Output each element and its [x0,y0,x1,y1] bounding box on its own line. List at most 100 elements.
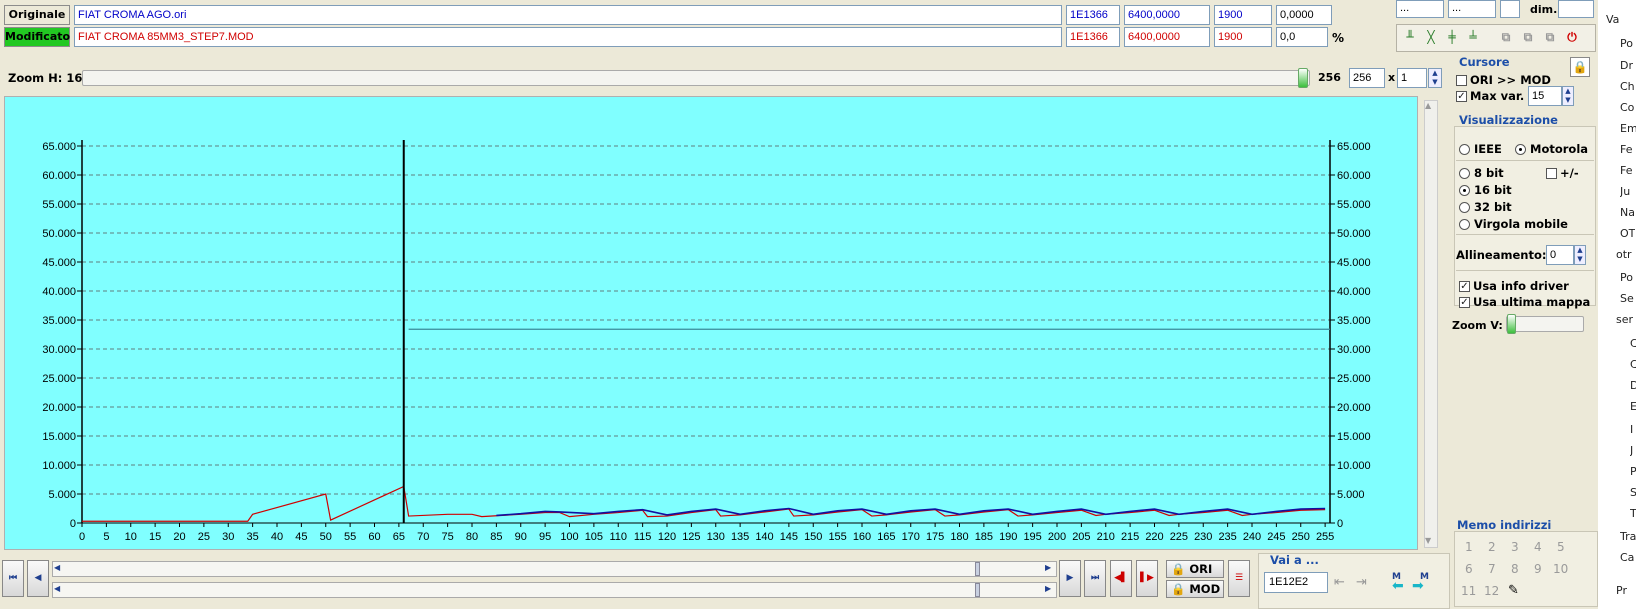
allineamento-spinner[interactable]: ▲ ▼ [1574,245,1586,265]
memo-slot-3[interactable]: 3 [1511,540,1519,554]
max-var-spinner[interactable]: ▲ ▼ [1562,86,1574,106]
tree-item[interactable]: Co [1620,101,1634,114]
x-tick-label: 125 [682,531,700,543]
memo-slot-10[interactable]: 10 [1553,562,1568,576]
nav-prev-diff-button[interactable]: ◀▌ [1110,560,1132,597]
memo-slot-11[interactable]: 11 [1461,584,1476,598]
scrollbar-ori[interactable] [52,561,1057,577]
y-tick-label: 65.000 [42,141,76,153]
ori-button[interactable]: 🔒 ORI [1166,560,1224,578]
nav-next-diff-button[interactable]: ▌▶ [1136,560,1158,597]
lock-icon[interactable]: 🔒 [1570,57,1590,77]
x-tick-label: 80 [466,531,478,543]
tree-item[interactable]: T [1630,507,1636,520]
mod-button[interactable]: 🔒 MOD [1166,580,1224,598]
vai-a-back-icon[interactable]: ⇥ [1356,575,1367,590]
zoomv-slider[interactable] [1506,316,1584,332]
tree-item[interactable]: S [1630,486,1636,499]
scrollbar-mod[interactable] [52,582,1057,598]
nav-prev-button[interactable]: ◀ [27,560,49,597]
memo-slot-2[interactable]: 2 [1488,540,1496,554]
plusminus-checkbox[interactable]: +/- [1546,166,1579,180]
tree-item[interactable]: Ju [1620,185,1630,198]
tree-item[interactable]: Po [1620,271,1633,284]
tree-item[interactable]: Fe [1620,143,1633,156]
arrow-right-icon[interactable]: ➡ [1412,578,1424,594]
scrollbar-ori-right-icon[interactable]: ▶ [1045,563,1051,572]
scrollbar-mod-right-icon[interactable]: ▶ [1045,584,1051,593]
x-tick-label: 180 [950,531,968,543]
scrollbar-mod-thumb[interactable] [975,583,980,597]
tree-item[interactable]: C [1630,337,1636,350]
tree-item[interactable]: J [1630,444,1633,457]
usa-info-driver-checkbox[interactable]: ✓ Usa info driver [1459,279,1569,293]
tree-item[interactable]: Se [1620,292,1634,305]
nav-next-button[interactable]: ▶ [1059,560,1081,597]
x-tick-label: 220 [1145,531,1163,543]
compare-icon[interactable]: ☰ [1228,560,1250,597]
x-tick-label: 115 [634,531,652,543]
tree-item[interactable]: Va [1606,13,1619,26]
usa-ultima-mappa-checkbox[interactable]: ✓ Usa ultima mappa [1459,295,1590,309]
scrollbar-mod-left-icon[interactable]: ◀ [54,584,60,593]
x-tick-label: 30 [222,531,234,543]
memo-slot-6[interactable]: 6 [1465,562,1473,576]
chart-vscroll-down-icon[interactable]: ▼ [1425,536,1431,545]
memo-slot-7[interactable]: 7 [1488,562,1496,576]
tree-item[interactable]: Em [1620,122,1636,135]
16bit-radio[interactable]: 16 bit [1459,183,1512,197]
motorola-radio[interactable]: Motorola [1515,142,1588,156]
tree-item[interactable]: C [1630,358,1636,371]
tree-item[interactable]: Fe [1620,164,1633,177]
tree-item[interactable]: Po [1620,37,1633,50]
chart-vscroll[interactable] [1424,100,1438,548]
x-tick-label: 150 [804,531,822,543]
tree-item[interactable]: E [1630,400,1636,413]
allineamento-label: Allineamento: [1456,248,1547,262]
8bit-radio[interactable]: 8 bit [1459,166,1504,180]
x-tick-label: 255 [1316,531,1334,543]
max-var-checkbox[interactable]: ✓ Max var. [1456,89,1524,103]
tree-item[interactable]: otr [1616,248,1632,261]
32bit-radio[interactable]: 32 bit [1459,200,1512,214]
nav-first-button[interactable]: ⏮ [2,560,24,597]
nav-last-button[interactable]: ⏭ [1084,560,1106,597]
virgola-mobile-radio[interactable]: Virgola mobile [1459,217,1568,231]
vai-a-go-icon[interactable]: ⇤ [1334,575,1345,590]
tree-item[interactable]: P [1630,465,1636,478]
x-tick-label: 120 [658,531,676,543]
x-tick-label: 140 [755,531,773,543]
ori-mod-checkbox[interactable]: ORI >> MOD [1456,73,1551,87]
memo-slot-9[interactable]: 9 [1534,562,1542,576]
tree-item[interactable]: Na [1620,206,1635,219]
chart-vscroll-up-icon[interactable]: ▲ [1425,101,1431,110]
memo-slot-8[interactable]: 8 [1511,562,1519,576]
tree-item[interactable]: Tra [1620,530,1636,543]
max-var-field[interactable]: 15 [1528,86,1562,106]
arrow-left-icon[interactable]: ⬅ [1392,578,1404,594]
memo-slot-5[interactable]: 5 [1557,540,1565,554]
ieee-radio[interactable]: IEEE [1459,142,1502,156]
chart[interactable]: 65.000 65.00060.000 60.00055.000 55.00050.0… [0,0,1636,609]
tree-item[interactable]: Ca [1620,551,1634,564]
x-tick-label: 175 [926,531,944,543]
memo-slot-12[interactable]: 12 [1484,584,1499,598]
tree-item[interactable]: I [1630,423,1633,436]
scrollbar-ori-left-icon[interactable]: ◀ [54,563,60,572]
x-tick-label: 145 [780,531,798,543]
tree-item[interactable]: ser [1616,313,1633,326]
tree-item[interactable]: Pr [1616,584,1627,597]
memo-slot-4[interactable]: 4 [1534,540,1542,554]
tree-item[interactable]: OT [1620,227,1635,240]
memo-slot-1[interactable]: 1 [1465,540,1473,554]
tree-item[interactable]: Dr [1620,59,1633,72]
scrollbar-ori-thumb[interactable] [975,562,980,576]
allineamento-field[interactable]: 0 [1546,245,1574,265]
memo-edit-icon[interactable]: ✎ [1508,583,1519,598]
tree-item[interactable]: D [1630,379,1636,392]
ori-mod-check-icon [1456,74,1467,86]
x-tick-label: 15 [149,531,161,543]
tree-item[interactable]: Ch [1620,80,1635,93]
vai-a-field[interactable]: 1E12E2 [1264,572,1328,593]
zoomv-slider-thumb[interactable] [1507,314,1516,334]
